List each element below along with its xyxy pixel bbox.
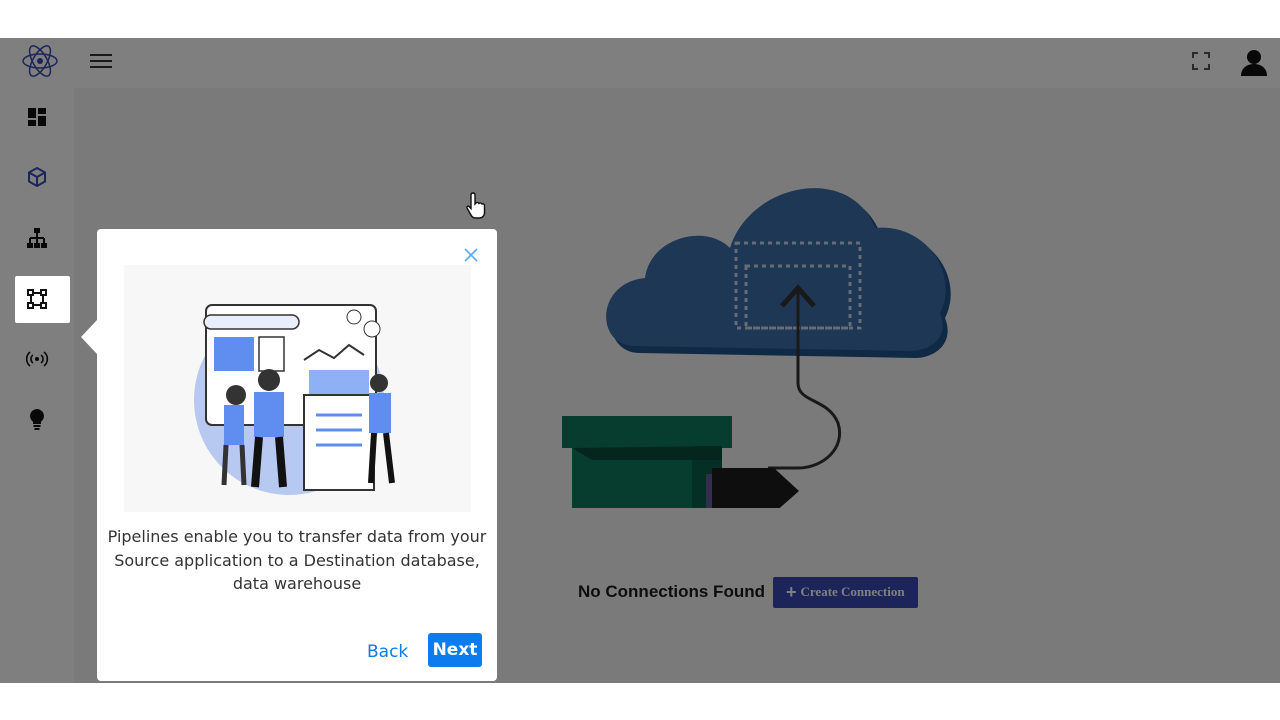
team-analytics-illustration	[124, 265, 471, 512]
tour-description: Pipelines enable you to transfer data fr…	[107, 527, 487, 593]
next-button[interactable]: Next	[428, 633, 482, 667]
close-icon[interactable]	[463, 247, 479, 263]
tour-pointer	[81, 320, 97, 354]
app-window: No Connections Found + Create Connection	[0, 38, 1280, 683]
hand-cursor-icon	[466, 192, 486, 219]
back-button[interactable]: Back	[367, 635, 408, 669]
sidebar-item-pipelines-highlight-icon[interactable]	[22, 284, 52, 314]
tour-popover: Pipelines enable you to transfer data fr…	[97, 229, 497, 681]
pipeline-icon	[27, 289, 47, 309]
